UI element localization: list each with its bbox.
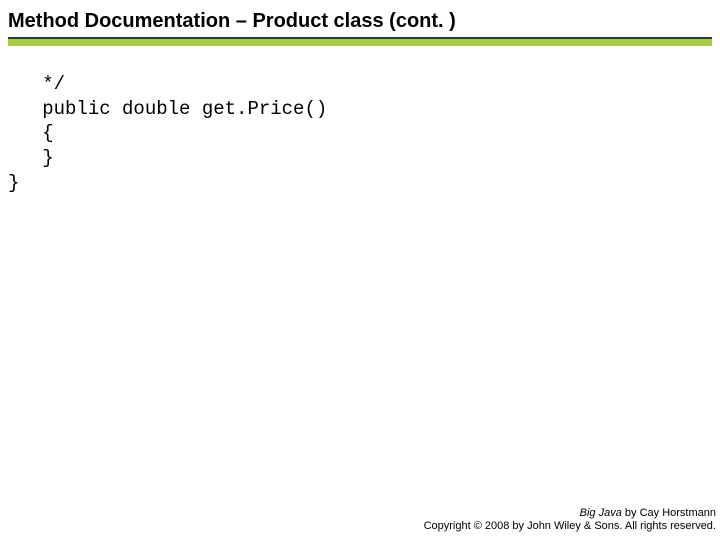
- code-line: */: [8, 73, 65, 95]
- code-line: {: [8, 122, 54, 144]
- slide-header: Method Documentation – Product class (co…: [0, 0, 720, 50]
- code-line: }: [8, 147, 54, 169]
- slide-title: Method Documentation – Product class (co…: [8, 10, 712, 33]
- author-byline: by Cay Horstmann: [622, 507, 716, 519]
- code-line: }: [8, 172, 19, 194]
- rule-thick: [8, 39, 712, 46]
- slide-footer: Big Java by Cay Horstmann Copyright © 20…: [424, 507, 716, 535]
- footer-line-1: Big Java by Cay Horstmann: [424, 507, 716, 521]
- code-line: public double get.Price(): [8, 98, 327, 120]
- slide-content: */ public double get.Price() { } }: [0, 50, 720, 195]
- book-title: Big Java: [580, 507, 622, 519]
- code-block: */ public double get.Price() { } }: [8, 72, 712, 195]
- footer-line-2: Copyright © 2008 by John Wiley & Sons. A…: [424, 520, 716, 534]
